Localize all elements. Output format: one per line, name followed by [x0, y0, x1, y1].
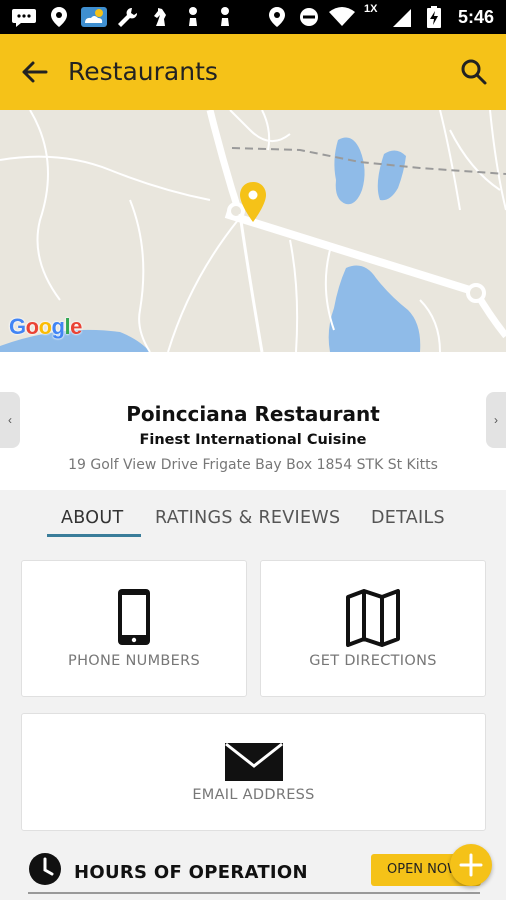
smartphone-icon [118, 589, 150, 645]
status-time: 5:46 [457, 7, 494, 27]
wrench-icon [118, 7, 138, 27]
divider [28, 892, 480, 894]
page-title: Restaurants [68, 57, 218, 86]
tab-bar: ABOUT RATINGS & REVIEWS DETAILS [0, 490, 506, 546]
status-bar: 1X 5:46 [0, 0, 506, 34]
google-logo: Google [9, 314, 82, 339]
arrow-back-icon [22, 61, 48, 83]
add-fab-button[interactable] [450, 844, 492, 886]
restaurant-name: Poincciana Restaurant [126, 402, 380, 426]
envelope-icon [224, 742, 283, 781]
network-type-label: 1X [364, 3, 378, 15]
back-button[interactable] [14, 54, 54, 90]
email-address-card[interactable]: EMAIL ADDRESS [21, 713, 486, 831]
email-address-label: EMAIL ADDRESS [192, 787, 315, 803]
search-button[interactable] [456, 54, 492, 90]
chevron-right-icon: › [494, 413, 498, 427]
signal-icon [393, 9, 411, 27]
hours-title: HOURS OF OPERATION [74, 862, 308, 883]
restaurant-info-card: ‹ Poincciana Restaurant Finest Internati… [0, 352, 506, 490]
weather-icon [81, 7, 107, 27]
plus-icon [459, 853, 483, 877]
hours-of-operation-header[interactable]: HOURS OF OPERATION OPEN NOW [28, 852, 481, 896]
message-icon [12, 9, 36, 27]
lake-shape [328, 265, 421, 352]
phone-numbers-label: PHONE NUMBERS [68, 653, 200, 669]
get-directions-card[interactable]: GET DIRECTIONS [260, 560, 486, 697]
search-icon [461, 59, 487, 85]
do-not-disturb-icon [300, 8, 318, 26]
restaurant-address: 19 Golf View Drive Frigate Bay Box 1854 … [68, 457, 438, 473]
get-directions-label: GET DIRECTIONS [309, 653, 437, 669]
map-view[interactable]: Google [0, 110, 506, 352]
location-icon [269, 7, 285, 27]
tab-details[interactable]: DETAILS [371, 508, 445, 528]
battery-charging-icon [427, 6, 441, 28]
next-button[interactable]: › [486, 392, 506, 448]
phone-numbers-card[interactable]: PHONE NUMBERS [21, 560, 247, 697]
map-icon [346, 589, 400, 647]
active-tab-indicator [47, 534, 141, 537]
tab-ratings-reviews[interactable]: RATINGS & REVIEWS [155, 508, 340, 528]
lake-shape [334, 137, 365, 205]
chess-knight-icon [154, 8, 166, 26]
clock-icon [29, 853, 61, 885]
location-icon [51, 7, 67, 27]
wifi-icon [329, 7, 355, 26]
chess-pawn-icon [189, 7, 197, 26]
chess-pawn-icon [221, 7, 229, 26]
tab-about[interactable]: ABOUT [61, 508, 123, 528]
app-bar: Restaurants [0, 34, 506, 110]
restaurant-tagline: Finest International Cuisine [139, 432, 367, 448]
lake-shape [377, 150, 406, 201]
